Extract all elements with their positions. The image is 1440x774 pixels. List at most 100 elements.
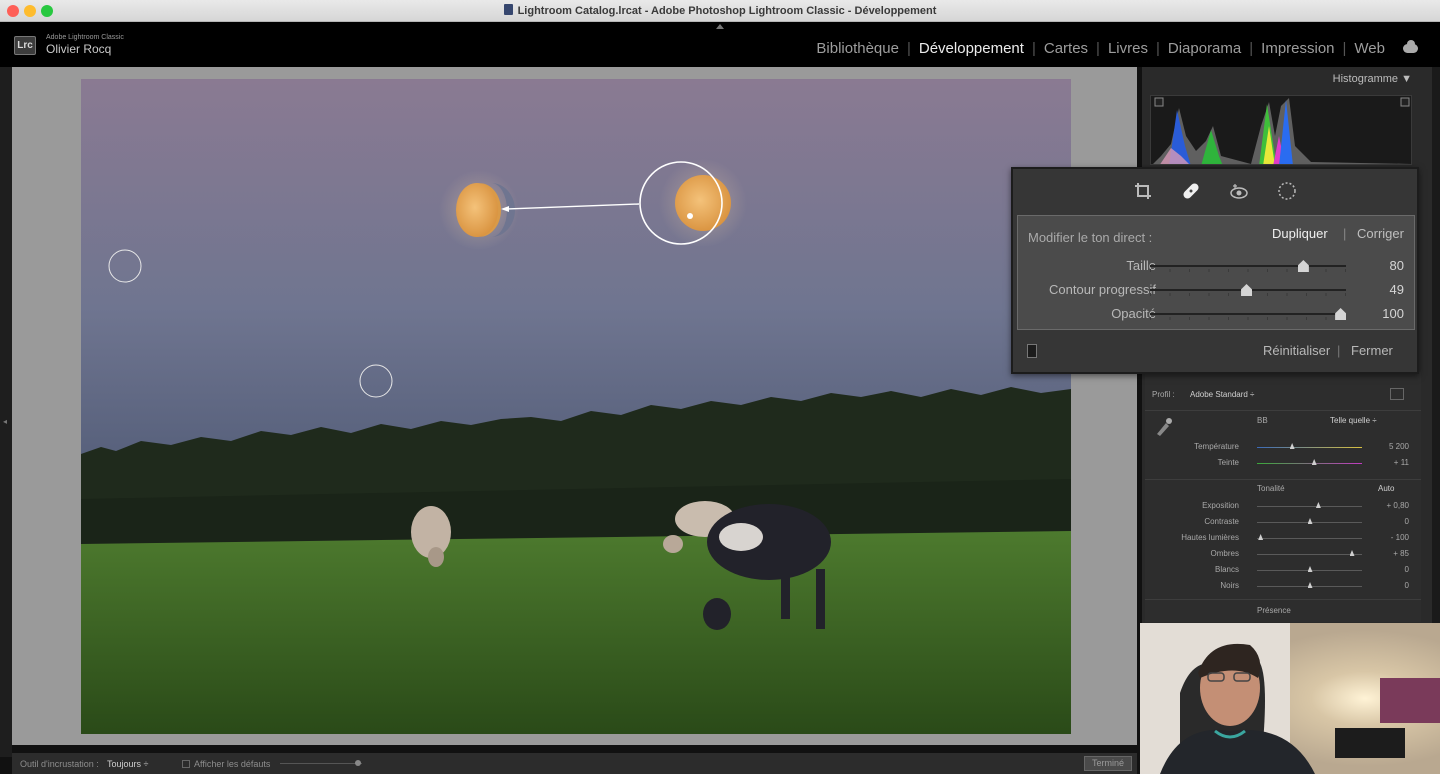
- done-button[interactable]: Terminé: [1084, 756, 1132, 771]
- spot-removal-toolbox: Modifier le ton direct : Dupliquer | Cor…: [1011, 167, 1419, 374]
- toolbar-bottom: Outil d'incrustation : Toujours ÷ Affich…: [12, 753, 1137, 774]
- user-name: Olivier Rocq: [46, 42, 112, 56]
- basic-slider-value[interactable]: 0: [1405, 517, 1409, 526]
- slider-value[interactable]: 49: [1390, 282, 1404, 297]
- basic-slider-track[interactable]: [1257, 463, 1362, 464]
- basic-slider-knob[interactable]: [1307, 582, 1313, 588]
- wb-label: BB: [1257, 416, 1268, 425]
- slider-track[interactable]: [1150, 313, 1346, 315]
- basic-slider-knob[interactable]: [1258, 534, 1264, 540]
- slider-track[interactable]: [1150, 265, 1346, 267]
- module-developpement[interactable]: Développement: [911, 40, 1032, 57]
- module-impression[interactable]: Impression: [1253, 40, 1342, 57]
- basic-slider-knob[interactable]: [1307, 518, 1313, 524]
- basic-slider-track[interactable]: [1257, 554, 1362, 555]
- basic-slider-label: Teinte: [1217, 458, 1239, 467]
- slider-label: Contour progressif: [1049, 282, 1156, 297]
- right-panel-scrollbar[interactable]: [1432, 67, 1440, 623]
- crop-icon[interactable]: [1131, 179, 1155, 203]
- histogram: [1150, 95, 1412, 165]
- webcam-image: [1140, 623, 1440, 774]
- basic-slider-row[interactable]: Exposition + 0,80: [1145, 499, 1421, 513]
- mode-heal-button[interactable]: Corriger: [1357, 226, 1404, 241]
- toolbox-slider-row[interactable]: Contour progressif 49: [1018, 280, 1416, 300]
- module-bibliotheque[interactable]: Bibliothèque: [808, 40, 907, 57]
- module-picker: Bibliothèque | Développement | Cartes | Liv…: [808, 40, 1418, 57]
- basic-slider-row[interactable]: Noirs 0: [1145, 579, 1421, 593]
- show-defaults-checkbox[interactable]: [182, 760, 190, 768]
- profile-dropdown[interactable]: Adobe Standard ÷: [1190, 390, 1254, 399]
- window-title: Lightroom Catalog.lrcat - Adobe Photosho…: [0, 4, 1440, 17]
- basic-slider-label: Noirs: [1220, 581, 1239, 590]
- document-icon: [503, 4, 513, 15]
- profile-browser-icon[interactable]: [1390, 388, 1404, 400]
- photo-image: [81, 79, 1071, 734]
- basic-slider-value[interactable]: + 0,80: [1387, 501, 1409, 510]
- wb-dropdown[interactable]: Telle quelle ÷: [1330, 416, 1377, 425]
- expand-left-panel-icon[interactable]: ◂: [3, 417, 7, 426]
- toolbox-slider-row[interactable]: Opacité 100: [1018, 304, 1416, 324]
- show-defaults-label: Afficher les défauts: [194, 759, 271, 769]
- basic-slider-row[interactable]: Teinte + 11: [1145, 456, 1421, 470]
- basic-slider-row[interactable]: Ombres + 85: [1145, 547, 1421, 561]
- collapse-top-panel-icon[interactable]: [716, 24, 724, 29]
- red-eye-icon[interactable]: [1227, 179, 1251, 203]
- basic-slider-knob[interactable]: [1307, 566, 1313, 572]
- basic-slider-knob[interactable]: [1315, 502, 1321, 508]
- overlay-opacity-knob[interactable]: [355, 760, 361, 766]
- overlay-mode-dropdown[interactable]: Toujours ÷: [107, 759, 148, 769]
- slider-value[interactable]: 100: [1382, 306, 1404, 321]
- photo-canvas[interactable]: [81, 79, 1071, 734]
- histogram-graph: [1153, 97, 1411, 164]
- tone-label: Tonalité: [1257, 484, 1285, 493]
- slider-value[interactable]: 80: [1390, 258, 1404, 273]
- basic-slider-value[interactable]: - 100: [1391, 533, 1409, 542]
- product-name: Adobe Lightroom Classic: [46, 34, 124, 41]
- divider: [1145, 599, 1421, 600]
- basic-slider-value[interactable]: + 85: [1393, 549, 1409, 558]
- basic-slider-knob[interactable]: [1289, 443, 1295, 449]
- toolbox-slider-row[interactable]: Taille 80: [1018, 256, 1416, 276]
- cloud-sync-icon[interactable]: [1403, 40, 1418, 53]
- basic-slider-row[interactable]: Contraste 0: [1145, 515, 1421, 529]
- reset-button[interactable]: Réinitialiser: [1263, 343, 1330, 358]
- slider-ticks: [1150, 317, 1346, 320]
- healing-brush-icon[interactable]: [1179, 179, 1203, 203]
- basic-slider-track[interactable]: [1257, 447, 1362, 448]
- basic-slider-value[interactable]: 5 200: [1389, 442, 1409, 451]
- slider-knob[interactable]: [1297, 260, 1309, 272]
- mode-clone-button[interactable]: Dupliquer: [1272, 226, 1328, 241]
- basic-slider-label: Ombres: [1210, 549, 1239, 558]
- module-diaporama[interactable]: Diaporama: [1160, 40, 1249, 57]
- overlay-opacity-slider[interactable]: [280, 763, 362, 764]
- basic-slider-knob[interactable]: [1349, 550, 1355, 556]
- module-bar: Lrc Adobe Lightroom Classic Olivier Rocq…: [0, 22, 1440, 67]
- basic-slider-track[interactable]: [1257, 538, 1362, 539]
- basic-slider-track[interactable]: [1257, 506, 1362, 507]
- wb-eyedropper-icon[interactable]: [1153, 414, 1173, 438]
- basic-slider-row[interactable]: Blancs 0: [1145, 563, 1421, 577]
- basic-slider-row[interactable]: Température 5 200: [1145, 440, 1421, 454]
- auto-tone-button[interactable]: Auto: [1378, 484, 1394, 493]
- module-web[interactable]: Web: [1346, 40, 1393, 57]
- slider-knob[interactable]: [1335, 308, 1347, 320]
- profile-label: Profil :: [1152, 390, 1175, 399]
- presence-label: Présence: [1257, 606, 1291, 615]
- module-cartes[interactable]: Cartes: [1036, 40, 1096, 57]
- histogram-header[interactable]: Histogramme ▼: [1333, 73, 1412, 85]
- panel-switch-icon[interactable]: [1027, 344, 1037, 358]
- close-button[interactable]: Fermer: [1351, 343, 1393, 358]
- slider-knob[interactable]: [1241, 284, 1253, 296]
- basic-slider-value[interactable]: 0: [1405, 565, 1409, 574]
- basic-slider-knob[interactable]: [1311, 459, 1317, 465]
- toolbox-footer: Réinitialiser | Fermer: [1013, 334, 1417, 372]
- left-panel-collapsed[interactable]: ◂: [0, 67, 12, 757]
- module-livres[interactable]: Livres: [1100, 40, 1156, 57]
- basic-slider-value[interactable]: 0: [1405, 581, 1409, 590]
- slider-ticks: [1150, 269, 1346, 272]
- shadow-clip-toggle-icon: [1154, 97, 1164, 107]
- basic-slider-value[interactable]: + 11: [1394, 458, 1409, 467]
- overlay-tool-label: Outil d'incrustation :: [20, 759, 99, 769]
- basic-slider-row[interactable]: Hautes lumières - 100: [1145, 531, 1421, 545]
- radial-filter-icon[interactable]: [1275, 179, 1299, 203]
